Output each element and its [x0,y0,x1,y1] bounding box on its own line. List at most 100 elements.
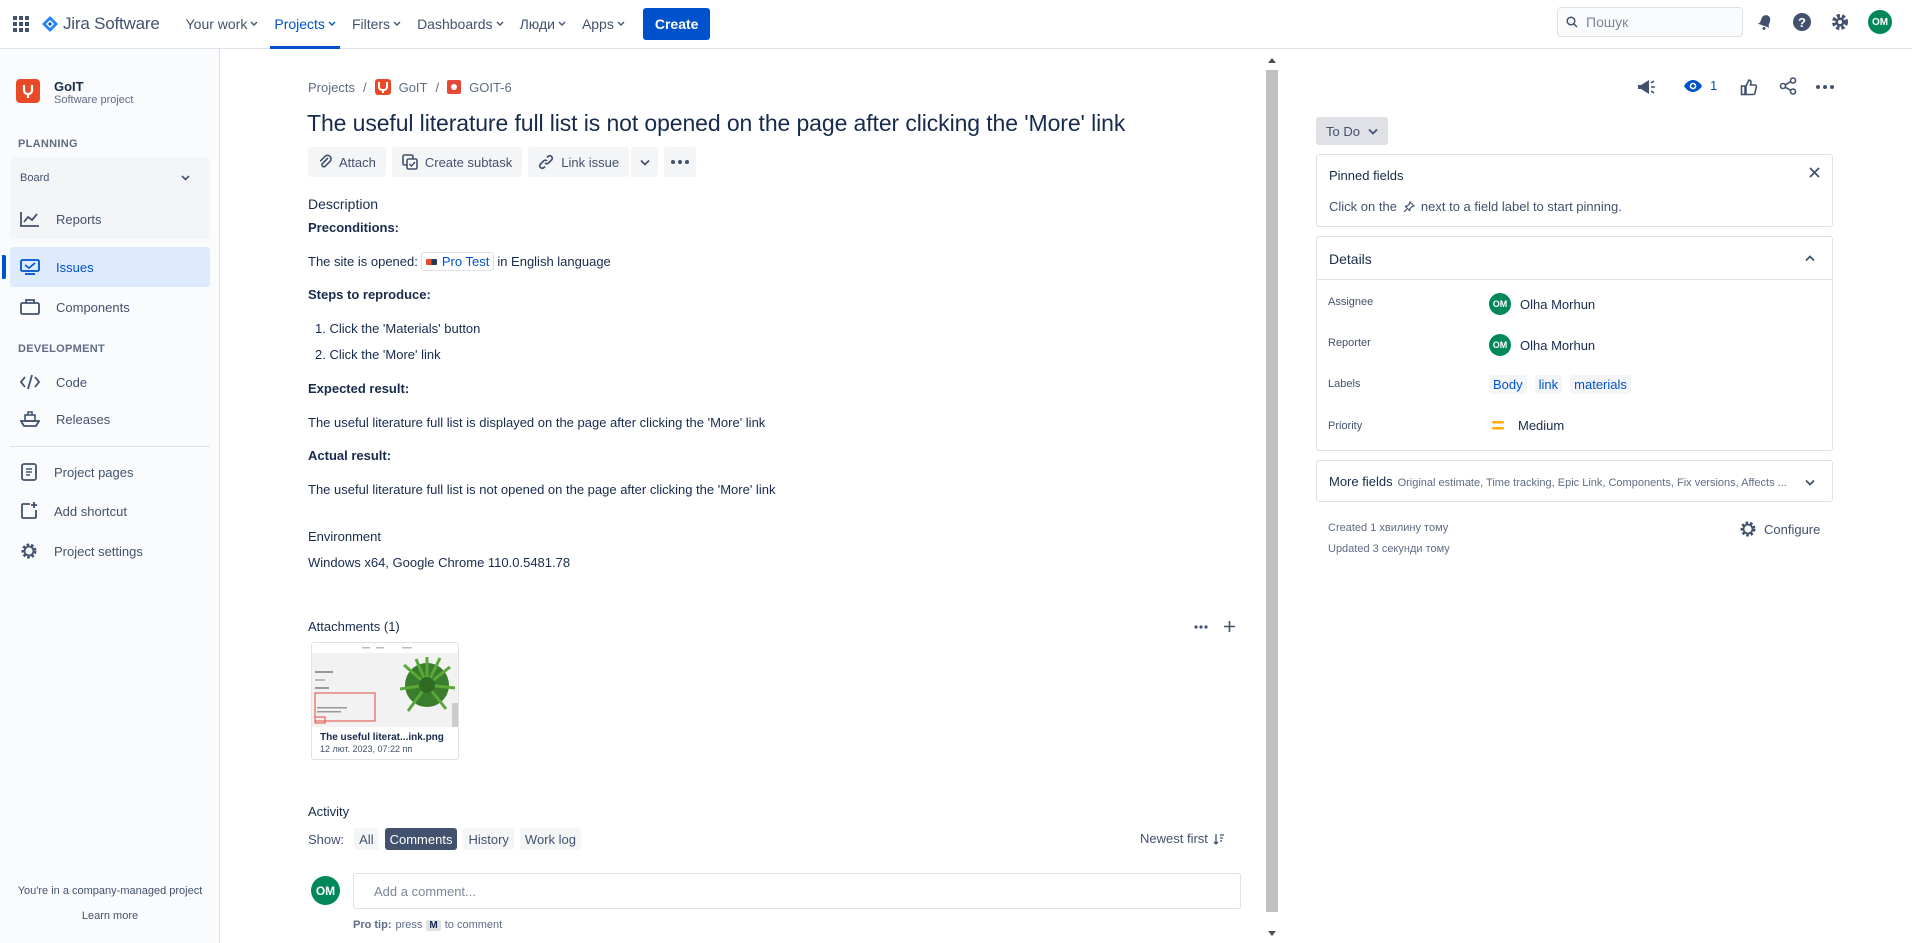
watch-button[interactable]: 1 [1683,78,1717,93]
more-fields-panel[interactable]: More fields Original estimate, Time trac… [1316,460,1833,502]
sidebar-item-reports[interactable]: Reports [10,199,210,239]
label-chip[interactable]: materials [1570,375,1631,394]
attachment-card[interactable]: The useful literat...ink.png 12 лют. 202… [311,642,459,760]
jira-logo[interactable]: Jira Software [42,4,160,44]
close-icon[interactable] [1809,167,1820,178]
attachments-more-icon[interactable] [1194,625,1208,629]
link-issue-label: Link issue [561,154,620,170]
nav-your-work[interactable]: Your work [178,0,267,49]
tab-history[interactable]: History [463,828,514,850]
add-comment-input[interactable]: Add a comment... [353,873,1241,909]
settings-gear-icon[interactable] [1828,10,1852,34]
label-chip[interactable]: Body [1489,375,1527,394]
details-header[interactable]: Details [1317,237,1832,280]
priority-label: Priority [1328,420,1363,432]
attach-label: Attach [339,154,376,170]
tab-all[interactable]: All [354,828,379,850]
app-switcher-icon[interactable] [0,3,42,45]
more-actions-button[interactable] [664,147,697,177]
sort-order-button[interactable]: Newest first [1140,831,1225,846]
reporter-value[interactable]: OM Olha Morhun [1489,334,1595,356]
sidebar-item-add-shortcut[interactable]: Add shortcut [10,491,210,531]
tab-comments[interactable]: Comments [384,828,458,850]
link-issue-button[interactable]: Link issue [528,147,630,177]
issues-monitor-icon [20,259,40,275]
sort-descending-icon [1213,833,1224,845]
nav-people[interactable]: Люди [512,0,574,49]
priority-value[interactable]: Medium [1489,418,1564,433]
top-navigation: Jira Software Your work Projects Filters… [0,0,1912,49]
attachment-date: 12 лют. 2023, 07:22 пп [320,744,413,754]
link-issue-dropdown-button[interactable] [630,147,659,177]
project-header[interactable]: GoIT Software project [16,79,133,107]
comment-placeholder: Add a comment... [374,883,476,899]
details-title: Details [1329,251,1372,267]
reporter-label: Reporter [1328,337,1371,349]
sidebar-item-components[interactable]: Components [10,287,210,327]
sort-label: Newest first [1140,831,1208,846]
project-name: GoIT [54,79,84,94]
configure-button[interactable]: Configure [1739,520,1820,538]
pro-test-smart-link[interactable]: Pro Test [420,252,495,271]
nav-label: Filters [351,16,391,32]
steps-heading: Steps to reproduce: [308,287,431,302]
breadcrumb-issue-key[interactable]: GOIT-6 [469,80,512,95]
sidebar-item-project-settings[interactable]: Project settings [10,531,210,571]
pin-icon [1403,200,1415,212]
create-button[interactable]: Create [642,8,711,40]
activity-filter-tabs: Show: All Comments History Work log [308,828,587,850]
settings-gear-icon [21,543,37,559]
share-icon[interactable] [1779,77,1797,95]
expected-text: The useful literature full list is displ… [308,415,766,430]
project-avatar-icon [374,79,391,95]
pinned-fields-hint: Click on the next to a field label to st… [1329,199,1622,214]
scrollbar-thumb[interactable] [1266,70,1278,912]
pages-document-icon [21,463,37,481]
nav-projects[interactable]: Projects [266,0,344,49]
help-icon[interactable]: ? [1790,10,1814,34]
add-attachment-icon[interactable] [1223,620,1236,633]
nav-label: Apps [581,16,614,32]
nav-dashboards[interactable]: Dashboards [409,0,512,49]
breadcrumb-project[interactable]: GoIT [399,80,428,95]
status-dropdown-button[interactable]: To Do [1316,117,1388,145]
pinned-fields-title: Pinned fields [1329,168,1404,183]
sidebar-item-releases[interactable]: Releases [10,399,210,439]
sidebar-item-code[interactable]: Code [10,362,210,402]
smart-link-title: Pro Test [441,254,490,269]
create-subtask-button[interactable]: Create subtask [391,147,523,177]
user-avatar[interactable]: OM [1868,10,1892,34]
attach-button[interactable]: Attach [308,147,386,177]
sidebar-item-issues[interactable]: Issues [2,247,210,287]
environment-text[interactable]: Windows x64, Google Chrome 110.0.5481.78 [308,555,570,570]
nav-filters[interactable]: Filters [344,0,409,49]
notifications-icon[interactable] [1753,10,1777,34]
sidebar-item-label: Releases [56,411,111,427]
step-text: Click the 'Materials' button [329,321,481,336]
feedback-megaphone-icon[interactable] [1636,78,1656,96]
assignee-avatar: OM [1489,293,1511,315]
preconditions-text: The site is opened: Pro Test in English … [308,252,611,271]
nav-apps[interactable]: Apps [574,0,633,49]
sidebar-item-project-pages[interactable]: Project pages [10,452,210,492]
issue-action-bar: Attach Create subtask Link issue [308,147,702,177]
label-chip[interactable]: link [1534,375,1563,394]
assignee-value[interactable]: OM Olha Morhun [1489,293,1595,315]
breadcrumb-projects[interactable]: Projects [308,80,355,95]
project-sidebar: GoIT Software project PLANNING Board Rep… [0,49,220,943]
sidebar-item-board[interactable]: Board [10,159,210,197]
labels-label: Labels [1328,378,1361,390]
more-dots-icon[interactable] [1816,85,1834,89]
issue-title[interactable]: The useful literature full list is not o… [307,110,1125,137]
tab-work-log[interactable]: Work log [519,828,581,850]
breadcrumb: Projects / GoIT / GOIT-6 [308,79,512,95]
step-text: Click the 'More' link [329,347,441,362]
chevron-down-icon [640,159,650,166]
thumbs-up-icon[interactable] [1740,78,1758,96]
sidebar-item-label: Code [56,374,88,390]
main-scrollbar[interactable] [1264,54,1278,943]
search-input[interactable]: Пошук [1557,7,1743,37]
learn-more-link[interactable]: Learn more [0,910,220,922]
keyboard-shortcut-key: M [426,919,441,931]
chevron-down-icon [393,21,401,26]
